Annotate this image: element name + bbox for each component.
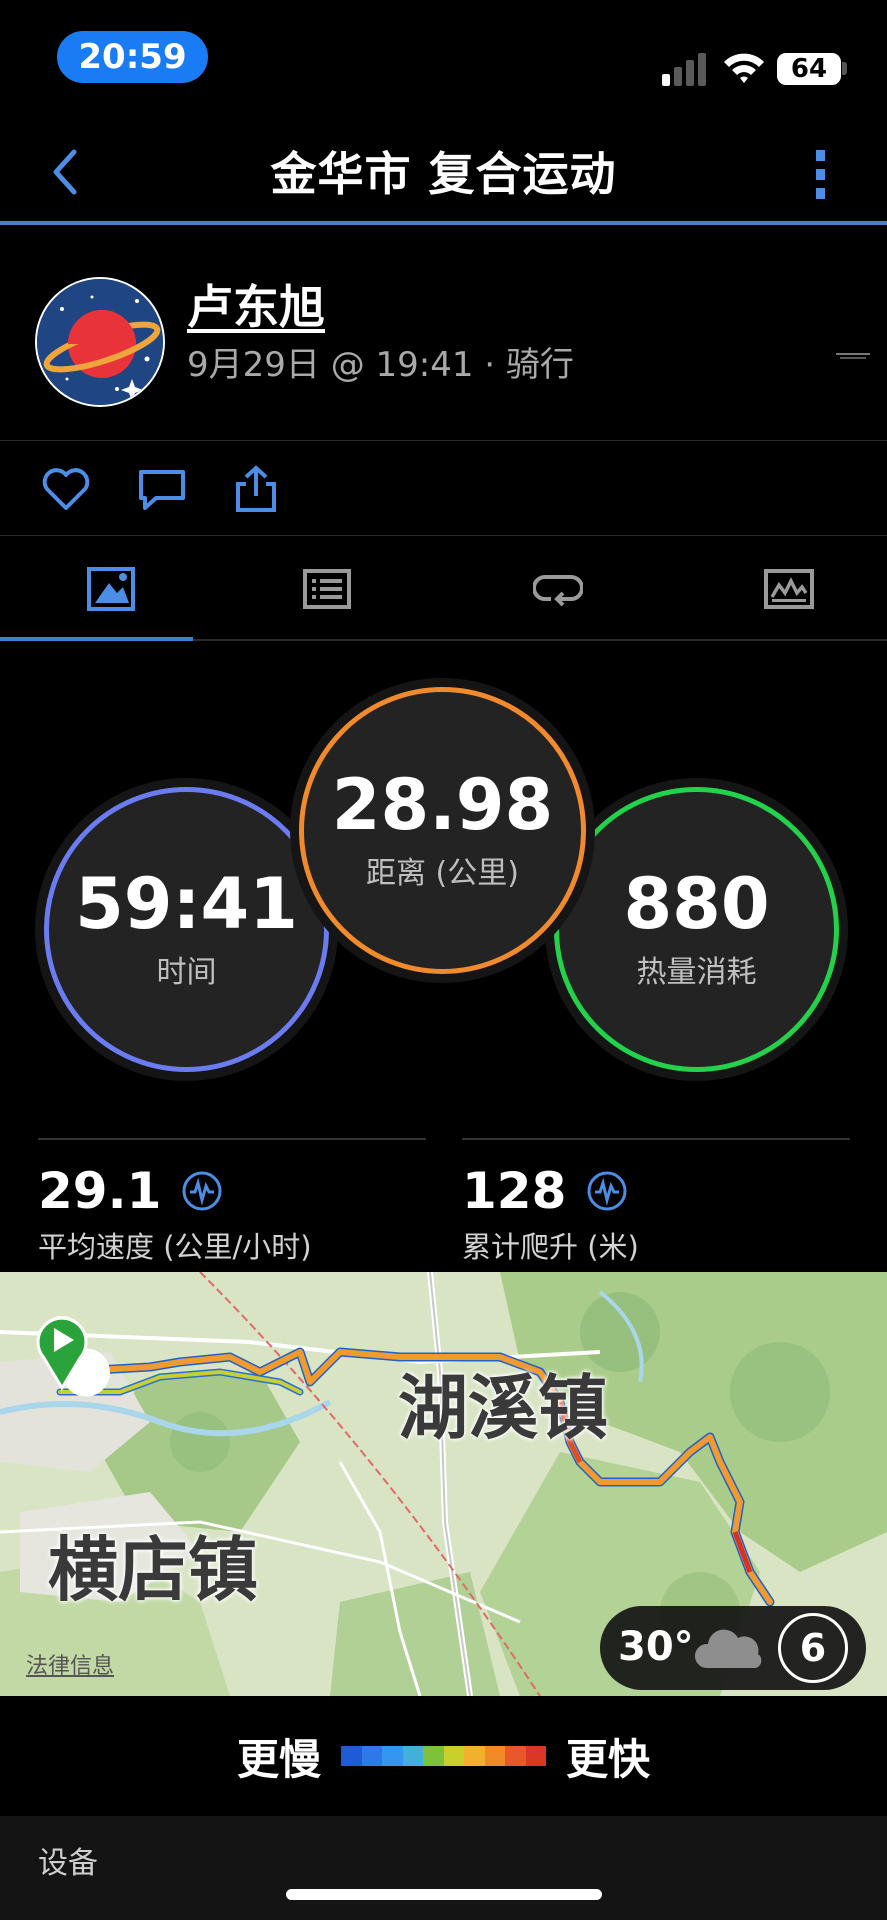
elevation-stat: 128 累计爬升 (米) — [462, 1138, 850, 1266]
share-icon[interactable] — [230, 464, 282, 514]
heart-rate-icon[interactable] — [181, 1170, 223, 1212]
wind-indicator: 6 — [778, 1613, 848, 1683]
time-metric: 59:41 时间 — [44, 787, 329, 1072]
tab-details[interactable] — [216, 537, 438, 641]
gradient-swatch — [443, 1746, 464, 1766]
gradient-swatch — [525, 1746, 546, 1766]
cloud-icon — [694, 1629, 762, 1668]
tab-charts[interactable] — [678, 537, 887, 641]
nav-bar: 金华市 复合运动 — [0, 120, 887, 226]
tab-laps[interactable] — [447, 537, 669, 641]
gradient-swatch — [382, 1746, 403, 1766]
device-title: 设备 — [38, 1846, 98, 1881]
battery-indicator: 64 — [777, 53, 841, 85]
elevation-value: 128 — [462, 1162, 567, 1220]
calories-value: 880 — [623, 862, 770, 945]
avg-speed-label: 平均速度 (公里/小时) — [38, 1230, 312, 1264]
distance-value: 28.98 — [331, 763, 554, 846]
social-actions — [0, 442, 887, 536]
gradient-swatch — [464, 1746, 485, 1766]
user-name[interactable]: 卢东旭 — [187, 271, 325, 337]
gradient-swatch — [505, 1746, 526, 1766]
avatar[interactable] — [35, 277, 165, 407]
heart-icon[interactable] — [40, 464, 92, 514]
list-icon — [303, 569, 351, 609]
avg-speed-value: 29.1 — [38, 1162, 162, 1220]
chart-icon — [764, 569, 814, 609]
activity-header: 卢东旭 9月29日 @ 19:41 · 骑行 — [0, 237, 887, 441]
place-label: 湖溪镇 — [398, 1367, 608, 1449]
gradient-swatch — [423, 1746, 444, 1766]
weather-temperature: 30° — [618, 1624, 694, 1670]
weather-badge[interactable]: 30° 6 — [600, 1606, 866, 1690]
home-indicator — [286, 1889, 602, 1900]
slower-label: 更慢 — [236, 1734, 321, 1784]
status-time: 20:59 — [57, 31, 208, 83]
gradient-swatch — [402, 1746, 423, 1766]
activity-meta: 9月29日 @ 19:41 · 骑行 — [187, 345, 574, 385]
cellular-signal-icon — [662, 53, 706, 86]
device-section: 设备 — [0, 1816, 887, 1920]
tab-bar — [0, 537, 887, 641]
status-bar: 20:59 64 — [0, 0, 887, 110]
speed-legend: 更慢 更快 — [0, 1696, 887, 1816]
gradient-swatch — [484, 1746, 505, 1766]
legal-info-link[interactable]: 法律信息 — [26, 1648, 114, 1680]
faster-label: 更快 — [566, 1734, 651, 1784]
speed-gradient-bar — [341, 1746, 546, 1766]
gradient-swatch — [341, 1746, 362, 1766]
overview-icon — [87, 567, 135, 611]
wifi-icon — [724, 53, 764, 83]
comment-icon[interactable] — [136, 464, 188, 514]
battery-cap — [842, 62, 847, 75]
page-title: 金华市 复合运动 — [270, 147, 617, 201]
gradient-swatch — [361, 1746, 382, 1766]
route-map[interactable]: 湖溪镇 横店镇 法律信息 30° 6 — [0, 1272, 887, 1696]
distance-label: 距离 (公里) — [366, 855, 519, 891]
active-tab-indicator — [0, 637, 193, 641]
tab-overview[interactable] — [0, 537, 222, 641]
time-value: 59:41 — [75, 862, 298, 945]
elevation-label: 累计爬升 (米) — [462, 1230, 639, 1264]
calories-metric: 880 热量消耗 — [554, 787, 839, 1072]
nav-divider — [0, 221, 887, 225]
time-label: 时间 — [156, 954, 217, 990]
heart-rate-icon[interactable] — [586, 1170, 628, 1212]
calories-label: 热量消耗 — [636, 954, 757, 990]
place-label: 横店镇 — [48, 1529, 258, 1611]
avg-speed-stat: 29.1 平均速度 (公里/小时) — [38, 1138, 426, 1266]
laps-icon — [533, 575, 583, 607]
divider-mark — [836, 353, 870, 359]
more-options-button[interactable] — [800, 146, 840, 202]
planet-avatar-icon — [37, 279, 163, 405]
distance-metric: 28.98 距离 (公里) — [299, 687, 586, 974]
